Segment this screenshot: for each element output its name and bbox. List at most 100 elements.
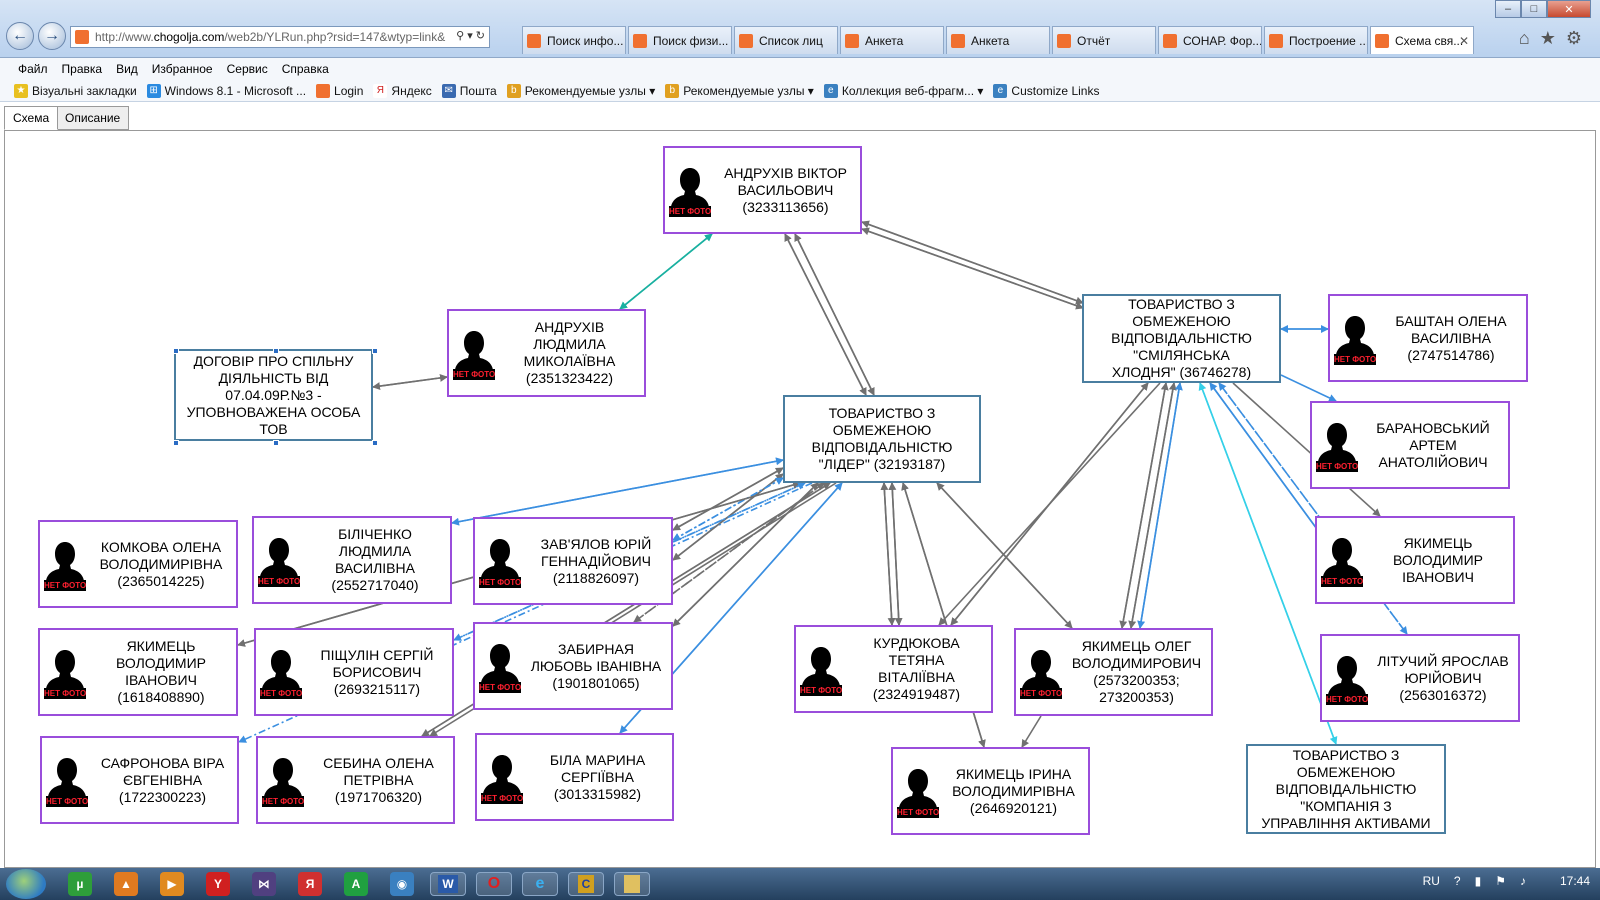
node-label-line: "ЛІДЕР" (32193187) — [818, 456, 946, 472]
vlc-icon[interactable]: ▲ — [114, 872, 138, 896]
relationship-link — [888, 482, 900, 626]
organization-node[interactable]: ТОВАРИСТВО З ОБМЕЖЕНОЮ ВІДПОВІДАЛЬНІСТЮ "КО… — [1246, 744, 1446, 834]
selection-handle[interactable] — [272, 440, 279, 446]
node-label-line: АРТЕМ — [1409, 436, 1457, 453]
node-label-line: ХЛОДНЯ" (36746278) — [1111, 364, 1252, 380]
person-photo-placeholder: НЕТ ФОТО — [262, 753, 304, 807]
start-button[interactable] — [6, 869, 46, 899]
node-label-line: (2747514786) — [1407, 346, 1495, 363]
media-player-icon[interactable]: ▶ — [160, 872, 184, 896]
no-photo-label: НЕТ ФОТО — [1334, 354, 1376, 365]
person-node[interactable]: НЕТ ФОТО ЛІТУЧИЙ ЯРОСЛАВ ЮРІЙОВИЧ (25630163… — [1320, 634, 1520, 722]
no-photo-label: НЕТ ФОТО — [453, 369, 495, 380]
app-a-icon[interactable]: A — [344, 872, 368, 896]
relationship-link — [619, 233, 713, 310]
node-label: СЕБИНА ОЛЕНА ПЕТРІВНА (1971706320) — [304, 755, 453, 806]
no-photo-label: НЕТ ФОТО — [481, 793, 523, 804]
node-label-line: ТОВАРИСТВО З — [1128, 296, 1235, 312]
node-label: ЯКИМЕЦЬ ІРИНА ВОЛОДИМИРІВНА (2646920121) — [939, 766, 1088, 817]
help-icon[interactable]: ? — [1454, 874, 1461, 888]
person-node[interactable]: НЕТ ФОТО САФРОНОВА ВІРА ЄВГЕНІВНА (17223002… — [40, 736, 239, 824]
selection-handle[interactable] — [173, 348, 179, 354]
person-node[interactable]: НЕТ ФОТО БІЛА МАРИНА СЕРГІЇВНА (3013315982) — [475, 733, 674, 821]
no-photo-label: НЕТ ФОТО — [46, 796, 88, 807]
node-label-line: ТОВАРИСТВО З — [828, 405, 936, 421]
explorer-icon[interactable] — [614, 872, 650, 896]
node-label-line: (2365014225) — [117, 572, 205, 589]
node-label-line: ЄВГЕНІВНА — [122, 771, 203, 788]
tab-scheme-label: Схема — [13, 111, 50, 125]
person-photo-placeholder: НЕТ ФОТО — [1334, 311, 1376, 365]
node-label-line: ВОЛОДИМИР — [1393, 551, 1483, 568]
chrome-icon[interactable]: ◉ — [390, 872, 414, 896]
ie-icon[interactable]: e — [522, 872, 558, 896]
opera-icon[interactable]: O — [476, 872, 512, 896]
network-icon[interactable]: ▮ — [1475, 874, 1482, 888]
node-label-line: ВОЛОДИМИРІВНА — [952, 782, 1075, 799]
system-tray: RU ? ▮ ⚑ ♪ 17:44 — [1423, 874, 1590, 888]
volume-icon[interactable]: ♪ — [1520, 874, 1526, 888]
clock[interactable]: 17:44 — [1560, 874, 1590, 888]
relationship-link — [372, 376, 448, 391]
node-label-line: БІЛІЧЕНКО — [338, 526, 412, 542]
visual-studio-icon[interactable]: ⋈ — [252, 872, 276, 896]
person-node[interactable]: НЕТ ФОТО ЯКИМЕЦЬ ВОЛОДИМИР ІВАНОВИЧ — [1315, 516, 1515, 604]
relationship-link — [794, 233, 875, 396]
node-label: БАРАНОВСЬКИЙ АРТЕМ АНАТОЛІЙОВИЧ — [1358, 420, 1508, 471]
word-icon[interactable]: W — [430, 872, 466, 896]
node-label-line: ЛІТУЧИЙ ЯРОСЛАВ — [1377, 652, 1509, 669]
person-node[interactable]: НЕТ ФОТО ЗАВ'ЯЛОВ ЮРІЙ ГЕННАДІЙОВИЧ (211882… — [473, 517, 673, 605]
node-label-line: (2693215117) — [333, 680, 421, 697]
no-photo-label: НЕТ ФОТО — [258, 576, 300, 587]
node-label-line: ІВАНОВИЧ — [1402, 568, 1474, 585]
person-node[interactable]: НЕТ ФОТО БІЛІЧЕНКО ЛЮДМИЛА ВАСИЛІВНА (255271… — [252, 516, 452, 604]
no-photo-label: НЕТ ФОТО — [479, 682, 521, 693]
person-node[interactable]: НЕТ ФОТО ЯКИМЕЦЬ ІРИНА ВОЛОДИМИРІВНА (26469… — [891, 747, 1090, 835]
node-label: ТОВАРИСТВО З ОБМЕЖЕНОЮ ВІДПОВІДАЛЬНІСТЮ "ЛІ… — [785, 405, 979, 473]
organization-node[interactable]: ДОГОВІР ПРО СПІЛЬНУ ДІЯЛЬНІСТЬ ВІД 07.04.0… — [173, 348, 378, 446]
person-node[interactable]: НЕТ ФОТО ЯКИМЕЦЬ ВОЛОДИМИР ІВАНОВИЧ (1618408… — [38, 628, 238, 716]
selection-handle[interactable] — [272, 348, 279, 354]
person-photo-placeholder: НЕТ ФОТО — [44, 645, 86, 699]
node-label-line: АНАТОЛІЙОВИЧ — [1378, 453, 1488, 470]
node-label-line: БАШТАН ОЛЕНА — [1395, 312, 1507, 329]
person-node[interactable]: НЕТ ФОТО АНДРУХІВ ЛЮДМИЛА МИКОЛАЇВНА (235132… — [447, 309, 646, 397]
no-photo-label: НЕТ ФОТО — [669, 206, 711, 217]
person-node[interactable]: НЕТ ФОТО СЕБИНА ОЛЕНА ПЕТРІВНА (1971706320) — [256, 736, 455, 824]
person-node[interactable]: НЕТ ФОТО АНДРУХІВ ВІКТОР ВАСИЛЬОВИЧ (323311… — [663, 146, 862, 234]
tab-scheme[interactable]: Схема — [4, 106, 59, 130]
person-node[interactable]: НЕТ ФОТО КУРДЮКОВА ТЕТЯНА ВІТАЛІЇВНА (232491… — [794, 625, 993, 713]
app-c-icon[interactable]: C — [568, 872, 604, 896]
node-label-line: "КОМПАНІЯ З — [1300, 797, 1392, 814]
organization-node[interactable]: ТОВАРИСТВО З ОБМЕЖЕНОЮ ВІДПОВІДАЛЬНІСТЮ "ЛІ… — [783, 395, 981, 483]
node-label: АНДРУХІВ ЛЮДМИЛА МИКОЛАЇВНА (2351323422) — [495, 319, 644, 387]
person-photo-placeholder: НЕТ ФОТО — [800, 642, 842, 696]
selection-handle[interactable] — [372, 440, 378, 446]
language-indicator[interactable]: RU — [1423, 874, 1440, 888]
node-label-line: ЯКИМЕЦЬ ОЛЕГ — [1081, 638, 1192, 654]
flag-icon[interactable]: ⚑ — [1495, 874, 1506, 888]
node-label-line: "СМІЛЯНСЬКА — [1133, 347, 1230, 363]
organization-node[interactable]: ТОВАРИСТВО З ОБМЕЖЕНОЮ ВІДПОВІДАЛЬНІСТЮ "СМ… — [1082, 294, 1281, 383]
node-label-line: ОБМЕЖЕНОЮ — [1296, 763, 1396, 780]
person-node[interactable]: НЕТ ФОТО БАРАНОВСЬКИЙ АРТЕМ АНАТОЛІЙОВИЧ — [1310, 401, 1510, 489]
yandex-icon[interactable]: Я — [298, 872, 322, 896]
utorrent-icon[interactable]: µ — [68, 872, 92, 896]
selection-handle[interactable] — [173, 440, 179, 446]
person-node[interactable]: НЕТ ФОТО БАШТАН ОЛЕНА ВАСИЛІВНА (2747514786… — [1328, 294, 1528, 382]
node-label-line: (2552717040) — [331, 577, 419, 593]
node-label-line: (3233113656) — [742, 198, 829, 215]
yandex-browser-icon[interactable]: Y — [206, 872, 230, 896]
person-node[interactable]: НЕТ ФОТО ПІЩУЛІН СЕРГІЙ БОРИСОВИЧ (26932151… — [254, 628, 454, 716]
node-label-line: СЕБИНА ОЛЕНА — [323, 754, 434, 771]
person-node[interactable]: НЕТ ФОТО КОМКОВА ОЛЕНА ВОЛОДИМИРІВНА (23650… — [38, 520, 238, 608]
relationship-link — [861, 227, 1084, 309]
selection-handle[interactable] — [372, 348, 378, 354]
node-label-line: ЗАБИРНАЯ — [558, 640, 634, 657]
node-label-line: ВОЛОДИМИРІВНА — [99, 555, 223, 572]
relationship-link — [1021, 715, 1042, 748]
node-label: БІЛА МАРИНА СЕРГІЇВНА (3013315982) — [523, 752, 672, 803]
taskbar: µ ▲ ▶ Y ⋈ Я A ◉ W O e C RU ? ▮ ⚑ ♪ 17:44 — [0, 868, 1600, 900]
person-node[interactable]: НЕТ ФОТО ЯКИМЕЦЬ ОЛЕГ ВОЛОДИМИРОВИЧ (257320… — [1014, 628, 1213, 716]
person-node[interactable]: НЕТ ФОТО ЗАБИРНАЯ ЛЮБОВЬ ІВАНІВНА (19018010… — [473, 622, 673, 710]
